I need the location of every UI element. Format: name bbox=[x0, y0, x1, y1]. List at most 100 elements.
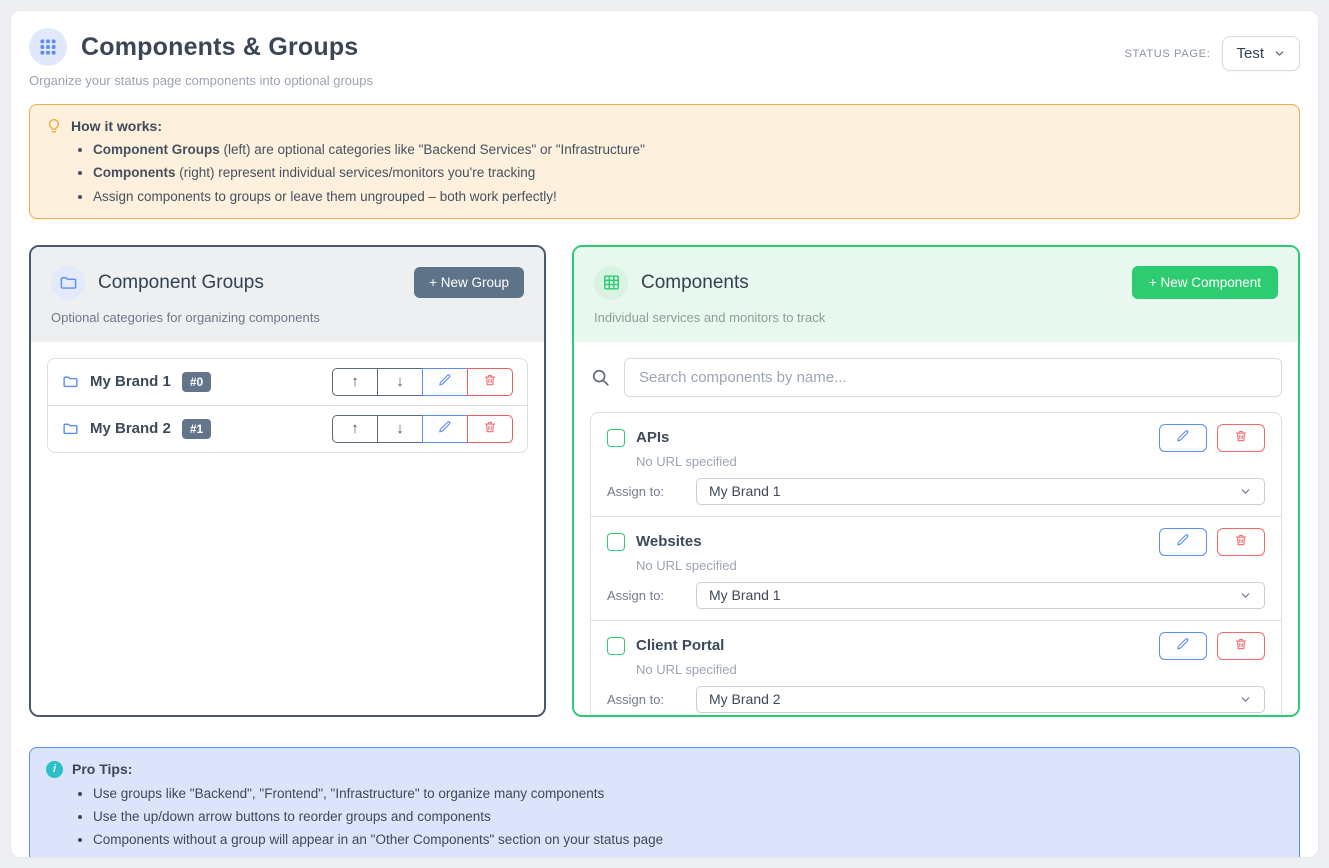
move-down-button[interactable]: ↓ bbox=[377, 368, 423, 396]
pro-tips-title: Pro Tips: bbox=[72, 761, 132, 777]
components-body: APIs No URL specified bbox=[574, 342, 1298, 717]
pro-tips-bullet: Components without a group will appear i… bbox=[93, 831, 1283, 850]
search-components-input[interactable] bbox=[624, 358, 1282, 397]
trash-icon bbox=[1234, 533, 1248, 550]
assigned-group-value: My Brand 1 bbox=[709, 483, 781, 499]
page-header: Components & Groups Organize your status… bbox=[29, 28, 1300, 88]
pro-tips-bullet: Use the up/down arrow buttons to reorder… bbox=[93, 808, 1283, 827]
how-it-works-bullet: Assign components to groups or leave the… bbox=[93, 188, 1283, 207]
move-up-button[interactable]: ↑ bbox=[332, 368, 378, 396]
component-checkbox[interactable] bbox=[607, 637, 625, 655]
edit-group-button[interactable] bbox=[422, 415, 468, 443]
folder-icon bbox=[51, 266, 85, 300]
page-card: Components & Groups Organize your status… bbox=[10, 10, 1319, 858]
page-header-left: Components & Groups Organize your status… bbox=[29, 28, 373, 88]
trash-icon bbox=[483, 420, 497, 438]
assigned-group-value: My Brand 1 bbox=[709, 587, 781, 603]
components-title: Components bbox=[641, 272, 749, 294]
edit-component-button[interactable] bbox=[1159, 424, 1207, 452]
page-subtitle: Organize your status page components int… bbox=[29, 73, 373, 88]
components-panel: Components + New Component Individual se… bbox=[572, 245, 1300, 717]
pencil-icon bbox=[1176, 637, 1190, 654]
delete-group-button[interactable] bbox=[467, 415, 513, 443]
component-url-note: No URL specified bbox=[636, 453, 1265, 470]
component-checkbox[interactable] bbox=[607, 533, 625, 551]
component-checkbox[interactable] bbox=[607, 429, 625, 447]
delete-component-button[interactable] bbox=[1217, 528, 1265, 556]
component-groups-header: Component Groups + New Group Optional ca… bbox=[31, 247, 544, 342]
component-name: Client Portal bbox=[636, 637, 724, 654]
new-component-button[interactable]: + New Component bbox=[1132, 266, 1278, 299]
group-row: My Brand 1 #0 ↑ ↓ bbox=[48, 359, 527, 405]
assign-group-select[interactable]: My Brand 1 bbox=[696, 582, 1265, 609]
panels-row: Component Groups + New Group Optional ca… bbox=[29, 245, 1300, 717]
move-up-button[interactable]: ↑ bbox=[332, 415, 378, 443]
delete-component-button[interactable] bbox=[1217, 632, 1265, 660]
page-title: Components & Groups bbox=[81, 33, 358, 62]
component-groups-body: My Brand 1 #0 ↑ ↓ bbox=[31, 342, 544, 715]
delete-component-button[interactable] bbox=[1217, 424, 1265, 452]
edit-group-button[interactable] bbox=[422, 368, 468, 396]
pencil-icon bbox=[438, 420, 452, 438]
component-list: APIs No URL specified bbox=[590, 412, 1282, 717]
components-subtitle: Individual services and monitors to trac… bbox=[594, 310, 1278, 325]
pencil-icon bbox=[1176, 429, 1190, 446]
info-icon: i bbox=[46, 761, 63, 778]
component-groups-subtitle: Optional categories for organizing compo… bbox=[51, 310, 524, 325]
component-groups-panel: Component Groups + New Group Optional ca… bbox=[29, 245, 546, 717]
pro-tips-bullet: Use groups like "Backend", "Frontend", "… bbox=[93, 785, 1283, 804]
component-row: Client Portal No URL specified bbox=[591, 620, 1281, 717]
component-url-note: No URL specified bbox=[636, 557, 1265, 574]
group-row: My Brand 2 #1 ↑ ↓ bbox=[48, 405, 527, 452]
apps-grid-icon bbox=[29, 28, 67, 66]
status-page-label: STATUS PAGE: bbox=[1124, 48, 1210, 60]
component-row: APIs No URL specified bbox=[591, 413, 1281, 516]
group-name: My Brand 1 bbox=[90, 373, 171, 390]
pencil-icon bbox=[438, 373, 452, 391]
trash-icon bbox=[483, 373, 497, 391]
group-actions: ↑ ↓ bbox=[332, 368, 513, 396]
chevron-down-icon bbox=[1239, 693, 1252, 706]
components-header: Components + New Component Individual se… bbox=[574, 247, 1298, 342]
assign-group-select[interactable]: My Brand 1 bbox=[696, 478, 1265, 505]
group-name: My Brand 2 bbox=[90, 420, 171, 437]
table-grid-icon bbox=[594, 266, 628, 300]
component-search-row bbox=[590, 358, 1282, 397]
search-icon bbox=[590, 367, 611, 388]
edit-component-button[interactable] bbox=[1159, 632, 1207, 660]
status-page-value: Test bbox=[1236, 45, 1264, 62]
how-it-works-list: Component Groups (left) are optional cat… bbox=[93, 141, 1283, 207]
delete-group-button[interactable] bbox=[467, 368, 513, 396]
trash-icon bbox=[1234, 429, 1248, 446]
assign-to-label: Assign to: bbox=[607, 588, 696, 603]
how-it-works-box: How it works: Component Groups (left) ar… bbox=[29, 104, 1300, 219]
folder-icon bbox=[62, 420, 79, 437]
new-group-button[interactable]: + New Group bbox=[414, 267, 524, 298]
assigned-group-value: My Brand 2 bbox=[709, 691, 781, 707]
status-page-select[interactable]: Test bbox=[1222, 36, 1300, 71]
trash-icon bbox=[1234, 637, 1248, 654]
status-page-picker: STATUS PAGE: Test bbox=[1124, 36, 1300, 71]
group-list: My Brand 1 #0 ↑ ↓ bbox=[47, 358, 528, 453]
component-row: Websites No URL specified bbox=[591, 516, 1281, 620]
component-url-note: No URL specified bbox=[636, 661, 1265, 678]
chevron-down-icon bbox=[1239, 485, 1252, 498]
move-down-button[interactable]: ↓ bbox=[377, 415, 423, 443]
component-groups-title: Component Groups bbox=[98, 272, 264, 294]
group-actions: ↑ ↓ bbox=[332, 415, 513, 443]
folder-icon bbox=[62, 373, 79, 390]
chevron-down-icon bbox=[1239, 589, 1252, 602]
lightbulb-icon bbox=[46, 118, 62, 134]
chevron-down-icon bbox=[1273, 47, 1286, 60]
component-name: APIs bbox=[636, 429, 669, 446]
pro-tips-box: i Pro Tips: Use groups like "Backend", "… bbox=[29, 747, 1300, 858]
group-order-badge: #1 bbox=[182, 419, 211, 439]
assign-group-select[interactable]: My Brand 2 bbox=[696, 686, 1265, 713]
edit-component-button[interactable] bbox=[1159, 528, 1207, 556]
assign-to-label: Assign to: bbox=[607, 692, 696, 707]
how-it-works-bullet: Component Groups (left) are optional cat… bbox=[93, 141, 1283, 160]
group-order-badge: #0 bbox=[182, 372, 211, 392]
pro-tips-list: Use groups like "Backend", "Frontend", "… bbox=[93, 785, 1283, 851]
assign-to-label: Assign to: bbox=[607, 484, 696, 499]
how-it-works-title: How it works: bbox=[71, 118, 162, 134]
